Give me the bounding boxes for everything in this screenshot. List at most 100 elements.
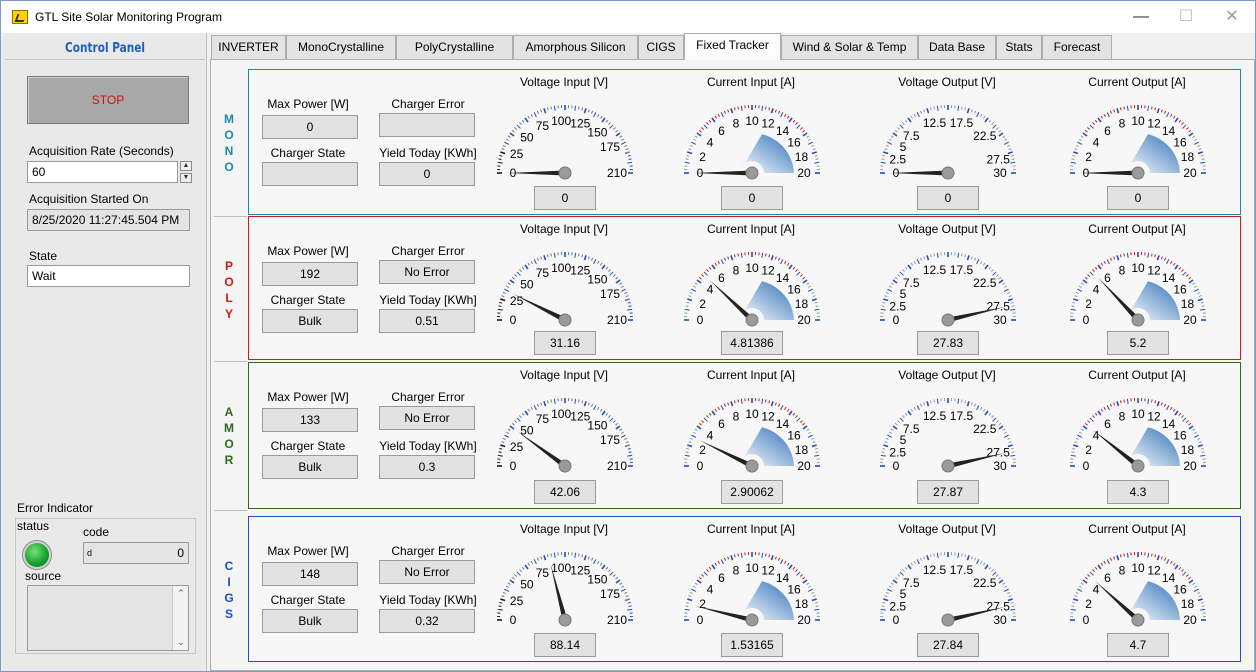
row-label-letter: N [224, 144, 234, 158]
gauge-tick-label: 0 [893, 459, 900, 473]
gauge-tick [1109, 403, 1113, 407]
increment-icon[interactable]: ▲ [180, 161, 192, 171]
gauge-tick [1160, 556, 1163, 560]
gauge-value: 2.90062 [721, 480, 783, 504]
gauge-tick [609, 271, 614, 276]
gauge-tick [688, 295, 692, 298]
gauge-tick [692, 285, 696, 288]
gauge-dial: 02468101214161820 [684, 398, 820, 473]
gauge-tick [980, 406, 983, 410]
gauge-tick [686, 601, 690, 604]
gauge-tick [737, 253, 739, 257]
gauge-tick [553, 398, 556, 404]
gauge-tick [814, 301, 818, 304]
gauge-tick [802, 422, 806, 426]
charger-state-label: Charger State [270, 146, 346, 160]
gauge-tick [701, 274, 705, 277]
minimize-icon[interactable]: — [1121, 5, 1161, 29]
stop-button[interactable]: STOP [27, 76, 189, 124]
gauge-tick [770, 555, 774, 561]
gauge-tick [1194, 585, 1198, 588]
gauge-tick [784, 560, 787, 564]
gauge-tick [507, 135, 511, 139]
gauge-tick [807, 141, 813, 145]
gauge-needle [709, 280, 754, 322]
gauge-tick-label: 18 [795, 597, 809, 611]
gauge-tick [1197, 591, 1201, 595]
gauge-tick [902, 122, 905, 126]
gauge-tick [499, 447, 503, 450]
gauge-tick [780, 559, 784, 565]
gauge-tick [1094, 119, 1098, 123]
gauge-tick [689, 144, 693, 148]
gauge-tick-label: 12 [761, 564, 775, 578]
acquisition-rate-input[interactable]: 60 [27, 161, 178, 183]
gauge-tick [1188, 129, 1192, 133]
gauge-tick [590, 557, 594, 561]
charger-state-field: Bulk [262, 455, 358, 479]
charger-state-label: Charger State [270, 593, 346, 607]
gauge-tick [527, 408, 531, 412]
gauge-tick [1071, 605, 1075, 607]
gauge-tick [936, 105, 939, 111]
gauge-tick-label: 16 [787, 582, 801, 596]
gauge-tick-label: 75 [536, 119, 550, 133]
gauge-tick [612, 420, 616, 423]
gauge-tick [1178, 412, 1182, 416]
gauge-tick [1160, 109, 1163, 113]
gauge-tick [599, 262, 603, 266]
gauge-tick [720, 405, 724, 411]
gauge-tick [627, 301, 631, 304]
maximize-icon[interactable]: ☐ [1166, 5, 1206, 29]
gauge-tick-label: 150 [587, 572, 607, 586]
tab-cigs[interactable]: CIGS [638, 35, 684, 59]
gauge-tick-label: 18 [1181, 443, 1195, 457]
tab-forecast[interactable]: Forecast [1042, 35, 1112, 59]
scroll-down-icon[interactable]: ⌄ [173, 637, 189, 648]
tab-fixed-tracker[interactable]: Fixed Tracker [684, 33, 781, 60]
gauge-tick [706, 269, 709, 273]
source-label: source [25, 569, 62, 583]
gauge-tick [765, 553, 767, 557]
gauge-tick [1092, 569, 1095, 573]
gauge-tick [1010, 161, 1016, 164]
gauge-tick [814, 161, 820, 164]
gauge-tick [964, 107, 967, 111]
gauge-tick [1166, 559, 1170, 565]
gauge-tick [964, 554, 967, 558]
charger-error-field: No Error [379, 560, 475, 584]
gauge-tick [1201, 451, 1205, 453]
gauge-tick [1123, 399, 1125, 403]
gauge-dial: 02.557.512.517.522.527.530 [880, 252, 1016, 327]
decrement-icon[interactable]: ▼ [180, 173, 192, 183]
gauge-tick [615, 279, 621, 284]
gauge-tick [765, 106, 767, 110]
gauge-tick [1174, 564, 1179, 570]
scroll-up-icon[interactable]: ⌃ [173, 588, 189, 599]
gauge-tick [1194, 285, 1198, 288]
gauge-tick [1011, 158, 1015, 160]
tab-polycrystalline[interactable]: PolyCrystalline [396, 35, 513, 59]
tab-stats[interactable]: Stats [996, 35, 1042, 59]
gauge-tick [737, 106, 739, 110]
tab-monocrystalline[interactable]: MonoCrystalline [286, 35, 396, 59]
gauge-tick-label: 20 [1183, 313, 1197, 327]
tab-wind-solar-temp[interactable]: Wind & Solar & Temp [781, 35, 918, 59]
gauge-tick [1119, 107, 1122, 111]
gauge-needle [699, 440, 754, 469]
gauge-tick [812, 595, 816, 598]
tab-inverter[interactable]: INVERTER [211, 35, 286, 59]
source-scrollbar[interactable]: ⌃ ⌄ [172, 586, 188, 650]
gauge-needle [513, 293, 567, 323]
row-panel-poly: Max Power [W] 192 Charger Error No Error Cha… [248, 216, 1241, 360]
gauge-tick-label: 100 [551, 114, 571, 128]
tab-data-base[interactable]: Data Base [918, 35, 996, 59]
gauge-tick-label: 7.5 [903, 276, 920, 290]
gauge-tick [961, 106, 963, 110]
gauge-tick-label: 8 [733, 564, 740, 578]
charger-error-label: Charger Error [391, 97, 465, 111]
gauge-tick [1182, 571, 1187, 576]
gauge-tick-label: 2 [1085, 443, 1092, 457]
tab-amorphous-silicon[interactable]: Amorphous Silicon [513, 35, 638, 59]
close-icon[interactable]: ✕ [1212, 5, 1252, 29]
